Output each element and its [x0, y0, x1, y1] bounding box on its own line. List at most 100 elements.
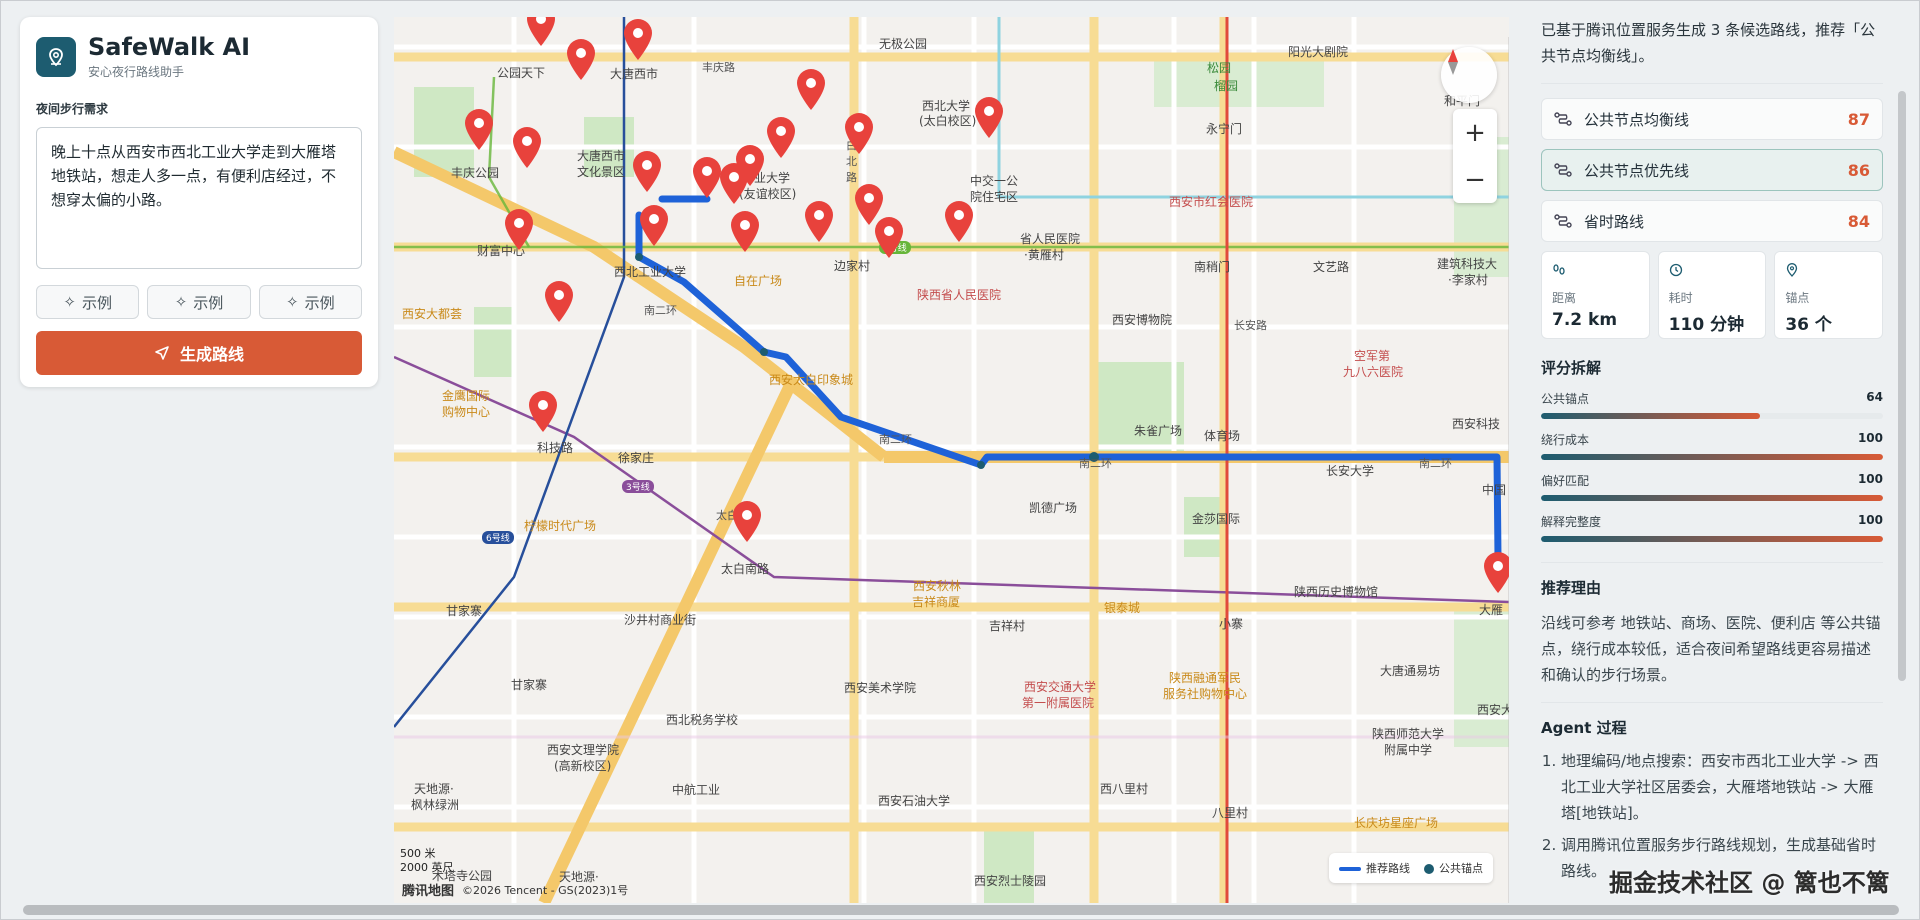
location-shield-icon — [36, 36, 76, 77]
map-label: 无极公园 — [879, 37, 928, 51]
request-card: SafeWalk AI 安心夜行路线助手 夜间步行需求 晚上十点从西安市西北工业… — [20, 17, 378, 387]
route-line-icon — [1339, 867, 1361, 871]
page-scrollbar[interactable] — [23, 905, 1899, 915]
map-label: (高新校区) — [554, 759, 612, 773]
anchor-pin-icon[interactable] — [730, 499, 764, 543]
route-score: 87 — [1847, 109, 1870, 129]
map-label: 枫林绿洲 — [411, 798, 460, 812]
anchor-pin-icon[interactable] — [802, 199, 836, 243]
map-label: 九八六医院 — [1343, 365, 1404, 379]
generate-route-button[interactable]: 生成路线 — [36, 331, 362, 375]
score-value: 100 — [1857, 431, 1883, 445]
map-label: 附属中学 — [1384, 743, 1433, 757]
compass-button[interactable] — [1441, 47, 1497, 103]
zoom-control: + − — [1453, 109, 1497, 203]
score-section-title: 评分拆解 — [1541, 359, 1602, 377]
map-label: 松园 — [1207, 61, 1232, 75]
reason-text: 沿线可参考 地铁站、商场、医院、便利店 等公共锚点，绕行成本较低，适合夜间希望路… — [1541, 614, 1881, 684]
example-button-2[interactable]: ✧ 示例 — [147, 285, 251, 319]
example-button-1[interactable]: ✧ 示例 — [36, 285, 140, 319]
anchor-pin-icon[interactable] — [1481, 550, 1509, 594]
score-bar-track — [1541, 413, 1883, 419]
route-icon — [1554, 214, 1572, 228]
anchor-pin-icon[interactable] — [728, 209, 762, 253]
score-row: 偏好匹配 100 — [1541, 472, 1883, 501]
anchor-pin-icon[interactable] — [764, 115, 798, 159]
map-label: 丰庆公园 — [451, 166, 500, 180]
map-label: 大唐西市 — [577, 149, 626, 163]
map-label: 八里村 — [1212, 806, 1249, 820]
map-label: 陕西省人民医院 — [917, 288, 1002, 302]
anchor-pin-icon[interactable] — [542, 279, 576, 323]
map-label: 大唐西市 — [610, 67, 659, 81]
route-option-3[interactable]: 省时路线 84 — [1541, 200, 1883, 242]
map-label: 陕西融通军民 — [1169, 671, 1242, 685]
stat-distance: 距离 7.2 km — [1541, 251, 1650, 339]
example-button-3[interactable]: ✧ 示例 — [258, 285, 362, 319]
map-label: 中航工业 — [672, 783, 721, 797]
map-view[interactable]: 无极公园 丰庆路 大唐西市 公园天下 丰庆公园 大唐西市 文化景区 西北大学 (… — [394, 17, 1509, 903]
anchor-pin-icon[interactable] — [526, 389, 560, 433]
anchor-pin-icon[interactable] — [942, 199, 976, 243]
generate-label: 生成路线 — [179, 345, 244, 364]
map-label: 榴园 — [1214, 79, 1239, 93]
compass-icon — [1448, 49, 1458, 75]
map-label: 小寨 — [1219, 617, 1244, 631]
score-row: 公共锚点 64 — [1541, 390, 1883, 419]
stat-label: 距离 — [1552, 291, 1577, 305]
score-bar-fill — [1541, 454, 1883, 460]
route-name: 公共节点优先线 — [1584, 161, 1690, 180]
example-row: ✧ 示例 ✧ 示例 ✧ 示例 — [36, 285, 362, 319]
anchor-pin-icon[interactable] — [510, 125, 544, 169]
score-label: 绕行成本 — [1541, 433, 1590, 447]
route-option-2[interactable]: 公共节点优先线 86 — [1541, 149, 1883, 191]
score-bar-fill — [1541, 413, 1760, 419]
map-label: 大唐通易坊 — [1380, 664, 1441, 678]
metro-badge: 6号线 — [482, 531, 514, 544]
map-label: 金莎国际 — [1192, 512, 1241, 526]
map-label: 院住宅区 — [970, 190, 1019, 204]
scale-imperial: 2000 英尺 — [400, 861, 454, 874]
anchor-pin-icon[interactable] — [502, 207, 536, 251]
anchor-pin-icon[interactable] — [637, 203, 671, 247]
zoom-in-button[interactable]: + — [1464, 118, 1486, 148]
anchor-pin-icon[interactable] — [842, 111, 876, 155]
anchor-pin-icon[interactable] — [524, 17, 558, 47]
map-label: 西安科技 — [1452, 417, 1501, 431]
map-label: 西安市红会医院 — [1169, 195, 1254, 209]
panel-scrollbar[interactable] — [1898, 91, 1906, 681]
sparkle-icon: ✧ — [286, 293, 299, 311]
map-label: 服务社购物中心 — [1163, 687, 1248, 701]
request-textarea[interactable]: 晚上十点从西安市西北工业大学走到大雁塔地铁站，想走人多一点，有便利店经过，不想穿… — [36, 127, 362, 269]
map-label: 科技路 — [537, 441, 574, 455]
map-label: 陕西师范大学 — [1372, 727, 1445, 741]
map-label: 凯德广场 — [1029, 501, 1078, 515]
anchor-pin-icon[interactable] — [872, 215, 906, 259]
map-label: 沙井村商业街 — [624, 613, 697, 627]
map-label: 自在广场 — [734, 274, 783, 288]
app-frame: SafeWalk AI 安心夜行路线助手 夜间步行需求 晚上十点从西安市西北工业… — [0, 0, 1920, 920]
app-subtitle: 安心夜行路线助手 — [88, 65, 185, 79]
anchor-pin-icon[interactable] — [630, 149, 664, 193]
score-bar-track — [1541, 454, 1883, 460]
map-label: ·黄雁村 — [1024, 248, 1064, 262]
anchor-pin-icon[interactable] — [564, 37, 598, 81]
anchor-pin-icon[interactable] — [621, 17, 655, 61]
map-label: 长庆坊星座广场 — [1354, 816, 1439, 830]
anchor-pin-icon[interactable] — [972, 95, 1006, 139]
score-value: 100 — [1857, 513, 1883, 527]
route-name: 省时路线 — [1584, 212, 1645, 231]
anchor-pin-icon[interactable] — [794, 67, 828, 111]
map-label: 体育场 — [1204, 429, 1241, 443]
route-option-1[interactable]: 公共节点均衡线 87 — [1541, 98, 1883, 140]
zoom-out-button[interactable]: − — [1464, 165, 1486, 195]
legend-anchor-label: 公共锚点 — [1439, 862, 1483, 875]
map-label: 吉祥村 — [989, 619, 1026, 633]
map-label: 银泰城 — [1104, 601, 1141, 615]
map-scale: 500 米 2000 英尺 — [400, 847, 454, 875]
map-label: 天地源· — [414, 782, 454, 796]
anchor-pin-icon[interactable] — [462, 107, 496, 151]
anchor-pin-icon[interactable] — [717, 161, 751, 205]
copyright-text: ©2026 Tencent - GS(2023)1号 — [462, 883, 629, 897]
map-label: ·李家村 — [1448, 273, 1488, 287]
